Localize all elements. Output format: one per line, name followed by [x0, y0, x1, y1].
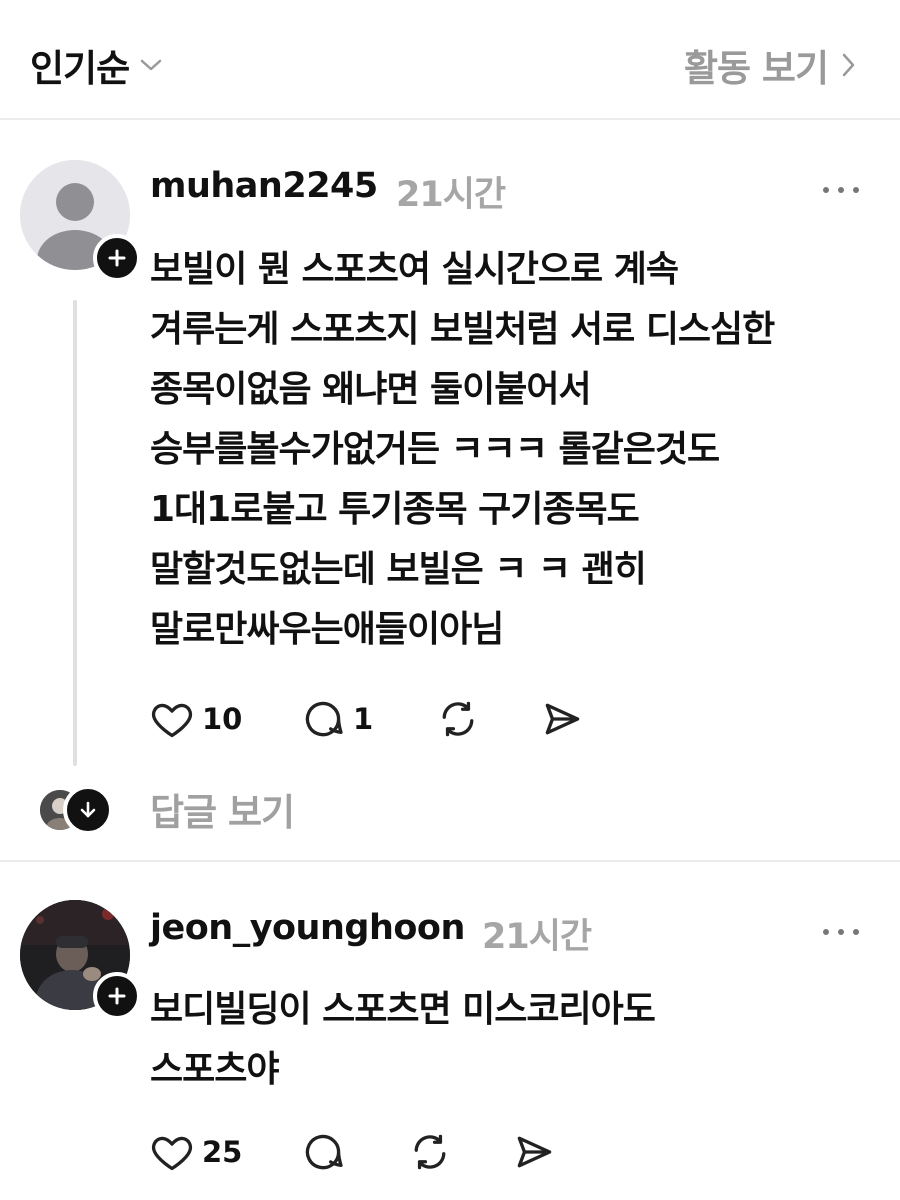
send-icon	[517, 1136, 552, 1168]
post-time: 21시간	[396, 175, 506, 215]
view-replies-link[interactable]: 답글 보기	[150, 782, 295, 836]
more-options-icon[interactable]	[821, 922, 861, 942]
top-bar: 인기순 활동 보기	[0, 0, 900, 120]
repost-icon	[414, 1134, 446, 1170]
expand-replies-badge[interactable]	[63, 785, 113, 835]
view-activity-link[interactable]: 활동 보기	[684, 38, 856, 92]
plus-icon	[108, 987, 126, 1005]
comment-bubble-icon	[305, 1134, 343, 1170]
chevron-down-icon	[140, 59, 162, 71]
follow-button[interactable]	[93, 972, 141, 1020]
chevron-right-icon	[842, 53, 855, 77]
comment-button[interactable]: 1	[301, 697, 373, 741]
comment-button[interactable]	[301, 1130, 345, 1174]
thread-line	[73, 300, 77, 766]
share-button[interactable]	[512, 1130, 556, 1174]
username[interactable]: jeon_younghoon	[150, 908, 465, 948]
heart-icon	[151, 703, 193, 738]
send-icon	[545, 703, 580, 735]
like-count: 10	[202, 702, 243, 736]
post-text-line: 보빌이 뭔 스포츠여 실시간으로 계속	[150, 249, 679, 290]
more-options-icon[interactable]	[821, 180, 861, 200]
post-text-line: 승부를볼수가없거든 ㅋㅋㅋ 롤같은것도	[150, 429, 720, 470]
post-divider	[0, 860, 900, 862]
post-text-line: 겨루는게 스포츠지 보빌처럼 서로 디스심한	[150, 309, 775, 350]
username[interactable]: muhan2245	[150, 166, 378, 206]
repost-button[interactable]	[436, 697, 480, 741]
like-button[interactable]: 25	[150, 1130, 242, 1174]
post-text-line: 말할것도없는데 보빌은 ㅋ ㅋ 괜히	[150, 549, 647, 590]
like-count: 25	[202, 1135, 243, 1169]
share-button[interactable]	[540, 697, 584, 741]
post-text-line: 말로만싸우는애들이아님	[150, 609, 504, 650]
heart-icon	[151, 1136, 193, 1171]
arrow-down-icon	[80, 801, 96, 818]
like-button[interactable]: 10	[150, 697, 242, 741]
post-text-line: 스포츠야	[150, 1049, 279, 1090]
sort-dropdown[interactable]: 인기순	[30, 38, 163, 92]
comment-bubble-icon	[305, 701, 343, 737]
plus-icon	[108, 249, 126, 267]
post-text-line: 보디빌딩이 스포츠면 미스코리아도	[150, 989, 656, 1030]
post-text-line: 1대1로붙고 투기종목 구기종목도	[150, 489, 640, 530]
post-text-line: 종목이없음 왜냐면 둘이붙어서	[150, 369, 592, 410]
repost-button[interactable]	[408, 1130, 452, 1174]
follow-button[interactable]	[93, 234, 141, 282]
comment-count: 1	[353, 702, 374, 736]
repost-icon	[442, 701, 474, 737]
activity-label: 활동 보기	[683, 47, 829, 90]
post-time: 21시간	[482, 917, 592, 957]
sort-label: 인기순	[30, 47, 130, 90]
